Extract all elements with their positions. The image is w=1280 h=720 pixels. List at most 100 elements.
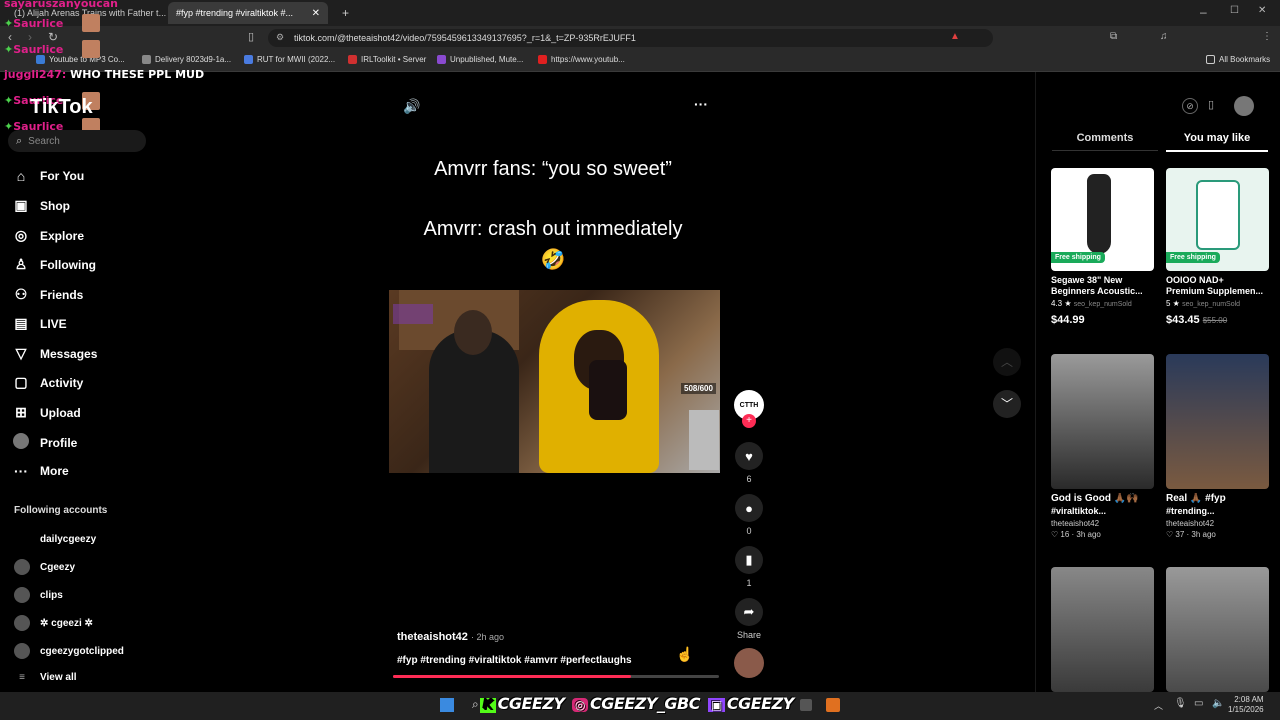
guitar-image bbox=[1087, 174, 1111, 254]
forward-icon[interactable]: › bbox=[28, 30, 32, 44]
save-button[interactable]: ▮ 1 bbox=[734, 546, 764, 588]
avatar bbox=[14, 559, 30, 575]
site-info-icon[interactable]: ⚙ bbox=[276, 32, 284, 43]
previous-video-button[interactable]: ︿ bbox=[993, 348, 1021, 376]
sidebar-item-for-you[interactable]: ⌂ For You bbox=[12, 168, 84, 184]
sidebar-item-following[interactable]: ♙ Following bbox=[12, 256, 96, 273]
like-button[interactable]: ♥ 6 bbox=[734, 442, 764, 484]
tiktok-logo[interactable]: TikTok bbox=[30, 96, 93, 119]
product-card[interactable]: Free shipping OOIOO NAD+ Premium Supplem… bbox=[1166, 168, 1269, 326]
video-caption-line1: Amvrr fans: “you so sweet” bbox=[434, 158, 672, 180]
following-account[interactable]: clips bbox=[14, 587, 63, 603]
person-left-head bbox=[454, 310, 492, 355]
video-card[interactable]: God is Good 🙏🏾🙌🏾 #viraltiktok... theteai… bbox=[1051, 354, 1154, 539]
bag-icon: ▣ bbox=[14, 197, 28, 213]
volume-icon[interactable]: 🔊 bbox=[403, 98, 420, 115]
browser-tab-2[interactable]: #fyp #trending #viraltiktok #... ✕ bbox=[168, 2, 328, 24]
sidebar-item-friends[interactable]: ⚇ Friends bbox=[12, 286, 84, 303]
video-hashtags[interactable]: #fyp #trending #viraltiktok #amvrr #perf… bbox=[397, 655, 632, 666]
tab-you-may-like[interactable]: You may like bbox=[1166, 132, 1268, 152]
free-shipping-badge: Free shipping bbox=[1166, 252, 1220, 263]
video-thumbnail[interactable] bbox=[1166, 567, 1269, 692]
tray-chevron-icon[interactable]: ︿ bbox=[1154, 699, 1163, 712]
tab-comments[interactable]: Comments bbox=[1052, 132, 1158, 151]
follow-plus-icon[interactable]: + bbox=[742, 414, 756, 428]
share-button[interactable]: ➦ Share bbox=[734, 598, 764, 640]
bookmark-item[interactable]: Delivery 8023d9-1a... bbox=[142, 55, 231, 64]
video-caption-line2: Amvrr: crash out immediately bbox=[423, 218, 683, 240]
explore-icon[interactable]: ⊘ bbox=[1182, 98, 1198, 114]
author-link[interactable]: theteaishot42 bbox=[397, 631, 468, 643]
media-icon[interactable]: ♫ bbox=[1160, 31, 1168, 42]
speaker-icon[interactable]: 🔈 bbox=[1212, 698, 1224, 709]
video-thumbnail bbox=[1166, 354, 1269, 489]
all-bookmarks-button[interactable]: All Bookmarks bbox=[1206, 55, 1270, 64]
video-author-line: theteaishot42 · 2h ago bbox=[397, 631, 504, 643]
sidebar-item-profile[interactable]: Profile bbox=[12, 433, 77, 452]
reload-icon[interactable]: ↻ bbox=[48, 30, 58, 44]
chat-user-name: ✦Saurlice bbox=[4, 17, 64, 30]
sound-avatar[interactable] bbox=[734, 648, 764, 678]
video-thumbnail[interactable] bbox=[1051, 567, 1154, 692]
following-account[interactable]: ✲ cgeezi ✲ bbox=[14, 615, 93, 631]
tiktok-sidebar: TikTok ⌕ Search ⌂ For You ▣ Shop ◎ Explore … bbox=[0, 72, 160, 692]
video-progress-fill bbox=[393, 675, 631, 678]
sidebar-item-explore[interactable]: ◎ Explore bbox=[12, 227, 84, 244]
extension-icon[interactable]: ▲ bbox=[950, 31, 960, 42]
bookmark-item[interactable]: Youtube to MP3 Co... bbox=[36, 55, 125, 64]
menu-icon[interactable]: ⋮ bbox=[1262, 31, 1272, 42]
bookmark-page-icon[interactable]: ▯ bbox=[248, 30, 254, 43]
minimize-icon[interactable]: – bbox=[1200, 5, 1207, 19]
bookmark-item[interactable]: RUT for MWII (2022... bbox=[244, 55, 335, 64]
chat-user-name: sayaruszanyoucan bbox=[4, 0, 119, 10]
product-card[interactable]: Free shipping Segawe 38" New Beginners A… bbox=[1051, 168, 1154, 326]
sidebar-item-activity[interactable]: ▢ Activity bbox=[12, 374, 83, 391]
sidebar-item-messages[interactable]: ▽ Messages bbox=[12, 345, 98, 362]
comment-button[interactable]: ● 0 bbox=[734, 494, 764, 536]
sidebar-item-shop[interactable]: ▣ Shop bbox=[12, 197, 70, 214]
bookmark-item[interactable]: https://www.youtub... bbox=[538, 55, 625, 64]
extensions-icon[interactable]: ⧉ bbox=[1110, 31, 1117, 42]
new-tab-button[interactable]: + bbox=[334, 2, 352, 24]
search-icon[interactable]: ⌕ bbox=[472, 697, 479, 712]
url-field[interactable]: ⚙ tiktok.com/@theteaishot42/video/759545… bbox=[268, 29, 993, 47]
mic-icon[interactable]: 🎙 bbox=[1174, 698, 1187, 709]
video-player[interactable]: 508/600 bbox=[389, 290, 720, 473]
view-all-link[interactable]: ≡ View all bbox=[14, 672, 76, 683]
avatar bbox=[14, 615, 30, 631]
back-icon[interactable]: ‹ bbox=[8, 30, 12, 44]
sidebar-item-upload[interactable]: ⊞ Upload bbox=[12, 404, 81, 421]
sidebar-item-more[interactable]: ··· More bbox=[12, 463, 69, 479]
comment-icon: ● bbox=[735, 494, 763, 522]
video-card[interactable]: Real 🙏🏾 #fyp #trending... theteaishot42 … bbox=[1166, 354, 1269, 539]
stream-tag-twitch: ▣ CGEEZY bbox=[708, 694, 794, 713]
sidebar-item-live[interactable]: ▤ LIVE bbox=[12, 315, 66, 332]
video-card-title: God is Good 🙏🏾🙌🏾 bbox=[1051, 493, 1139, 504]
following-account[interactable]: cgeezygotclipped bbox=[14, 643, 124, 659]
video-card-author: theteaishot42 bbox=[1051, 519, 1100, 528]
user-avatar[interactable] bbox=[1234, 96, 1254, 116]
close-window-icon[interactable]: ✕ bbox=[1258, 5, 1266, 16]
network-icon[interactable]: ▭ bbox=[1194, 698, 1203, 709]
next-video-button[interactable]: ﹀ bbox=[993, 390, 1021, 418]
app-icon[interactable] bbox=[800, 699, 812, 711]
bookmark-item[interactable]: IRLToolkit • Server bbox=[348, 55, 426, 64]
video-progress-track[interactable] bbox=[393, 675, 719, 678]
bookmark-item[interactable]: Unpublished, Mute... bbox=[437, 55, 523, 64]
twitch-icon: ▣ bbox=[708, 698, 725, 712]
more-options-icon[interactable]: ··· bbox=[694, 96, 708, 112]
search-input[interactable]: ⌕ Search bbox=[8, 130, 146, 152]
bookmark-icon: ▮ bbox=[735, 546, 763, 574]
video-card-title: #trending... bbox=[1166, 506, 1215, 516]
following-account[interactable]: dailycgeezy bbox=[14, 531, 96, 547]
following-account[interactable]: Cgeezy bbox=[14, 559, 75, 575]
app-icon[interactable] bbox=[826, 698, 840, 712]
windows-start-icon[interactable] bbox=[440, 698, 454, 712]
close-tab-icon[interactable]: ✕ bbox=[312, 8, 320, 19]
mouse-cursor: ☝ bbox=[676, 646, 694, 662]
creator-avatar[interactable]: CTTH + bbox=[734, 390, 764, 428]
clock[interactable]: 2:08 AM 1/15/2026 bbox=[1228, 695, 1264, 715]
video-card-author: theteaishot42 bbox=[1166, 519, 1215, 528]
device-icon[interactable]: ▯ bbox=[1208, 98, 1214, 111]
maximize-icon[interactable]: ☐ bbox=[1230, 5, 1239, 16]
